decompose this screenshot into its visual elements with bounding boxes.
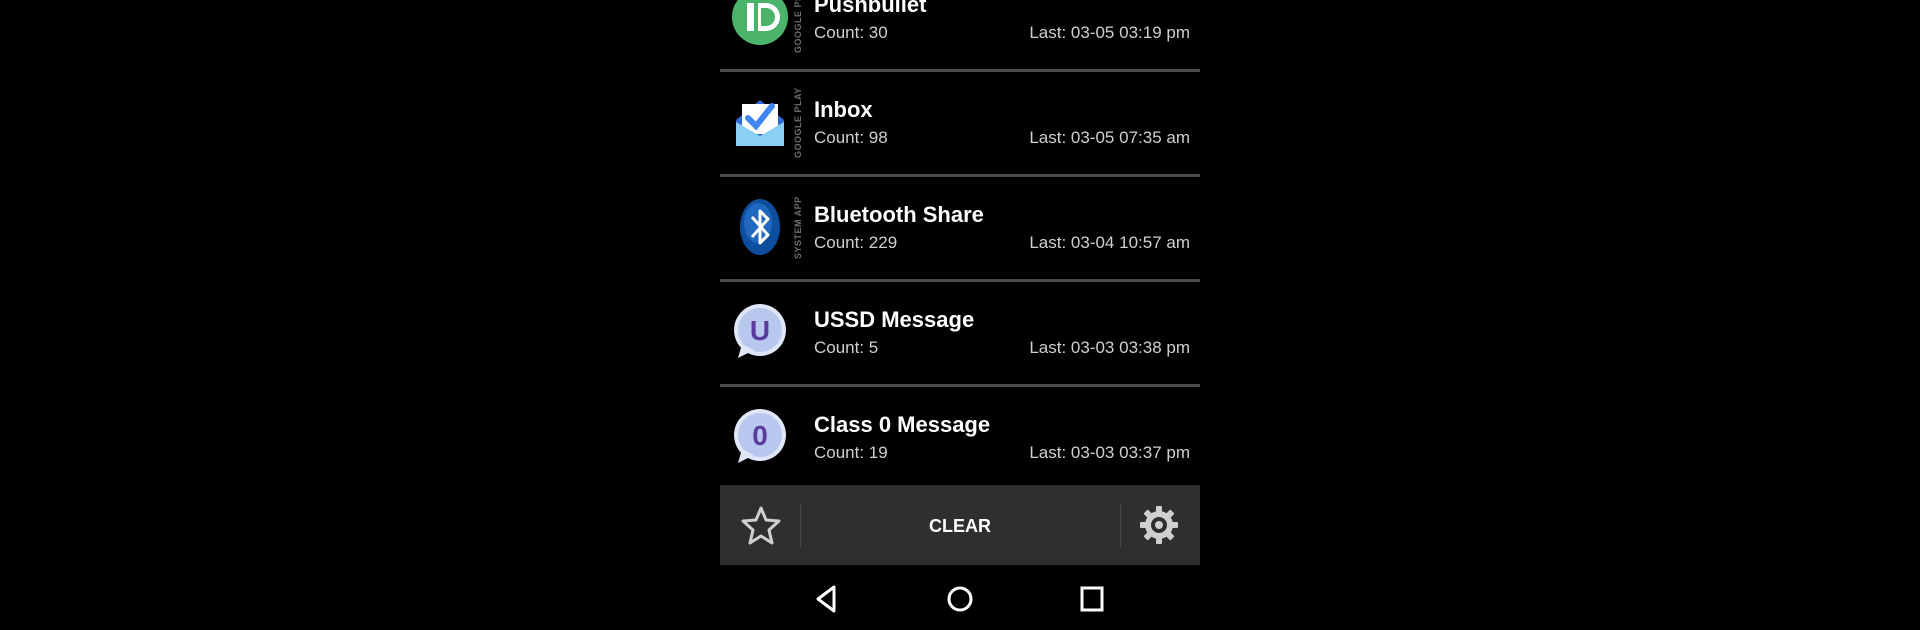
last-timestamp: Last: 03-05 07:35 am [1029,128,1190,147]
notification-count: Count: 30 [814,23,888,42]
system-nav-bar [720,565,1200,630]
bluetooth-icon [740,199,780,255]
source-label: GOOGLE PLAY [793,0,803,54]
app-name: Inbox [814,97,873,122]
app-name: Bluetooth Share [814,202,984,227]
pushbullet-icon [732,0,788,45]
notification-count: Count: 229 [814,233,898,252]
bottom-action-bar: CLEAR [720,485,1200,565]
list-item[interactable]: GOOGLE PLAY Inbox Count: 98 Last: 03-05 … [720,72,1200,177]
notification-count: Count: 98 [814,128,888,147]
home-circle-icon[interactable] [944,583,976,615]
star-outline-icon[interactable] [740,504,782,546]
gear-icon[interactable] [1138,504,1180,546]
last-timestamp: Last: 03-05 03:19 pm [1029,23,1190,42]
list-item[interactable]: SYSTEM APP Bluetooth Share Count: 229 La… [720,177,1200,282]
back-triangle-icon[interactable] [812,583,844,615]
app-name: Pushbullet [814,0,927,17]
phone-screen: GOOGLE PLAY Pushbullet Count: 30 Last: 0… [720,0,1200,630]
divider [1120,503,1121,547]
source-label: SYSTEM APP [793,196,803,260]
app-name: Class 0 Message [814,412,991,437]
source-label [793,294,805,372]
inbox-icon [736,100,784,146]
bubble-glyph: U [750,315,770,346]
source-label [793,399,805,477]
notification-count: Count: 19 [814,443,888,462]
last-timestamp: Last: 03-03 03:38 pm [1029,338,1190,357]
class0-bubble-icon: 0 [734,409,786,463]
list-item[interactable]: 0 Class 0 Message Count: 19 Last: 03-03 … [720,387,1200,485]
clear-button[interactable]: CLEAR [800,485,1120,565]
notification-count: Count: 5 [814,338,879,357]
last-timestamp: Last: 03-04 10:57 am [1029,233,1190,252]
source-label: GOOGLE PLAY [793,87,803,159]
list-item[interactable]: GOOGLE PLAY Pushbullet Count: 30 Last: 0… [720,0,1200,72]
ussd-bubble-icon: U [734,304,786,358]
recents-square-icon[interactable] [1076,583,1108,615]
bubble-glyph: 0 [752,420,768,451]
notification-list: GOOGLE PLAY Pushbullet Count: 30 Last: 0… [720,0,1200,485]
app-name: USSD Message [814,307,975,332]
last-timestamp: Last: 03-03 03:37 pm [1029,443,1190,462]
list-item[interactable]: U USSD Message Count: 5 Last: 03-03 03:3… [720,282,1200,387]
